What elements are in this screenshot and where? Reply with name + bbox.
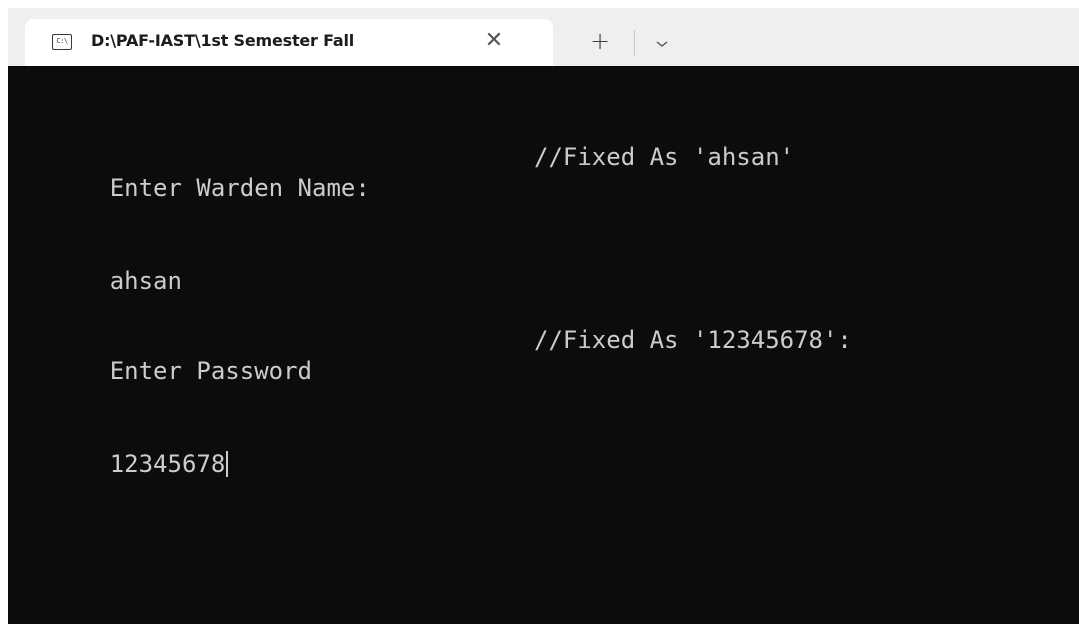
terminal-line: Enter Warden Name: //Fixed As 'ahsan' bbox=[23, 142, 1073, 202]
tab-title: D:\PAF-IAST\1st Semester Fall bbox=[91, 31, 355, 50]
user-input-text: 12345678 bbox=[109, 450, 226, 478]
terminal-window: C:\ D:\PAF-IAST\1st Semester Fall ✕ + En… bbox=[8, 8, 1079, 624]
terminal-line: 12345678 bbox=[23, 418, 1073, 478]
comment-text: //Fixed As 'ahsan' bbox=[534, 143, 795, 171]
prompt-text: Enter Warden Name: bbox=[109, 174, 370, 202]
tab-bar: C:\ D:\PAF-IAST\1st Semester Fall ✕ + bbox=[8, 8, 1079, 66]
terminal-line: Enter Password //Fixed As '12345678': bbox=[23, 325, 1073, 385]
prompt-text: Enter Password bbox=[109, 357, 312, 385]
terminal-line: ahsan bbox=[23, 235, 1073, 295]
close-tab-icon[interactable]: ✕ bbox=[482, 30, 506, 54]
text-cursor bbox=[226, 451, 229, 477]
tab-separator bbox=[634, 30, 635, 56]
terminal-icon: C:\ bbox=[52, 34, 72, 50]
tab-command-prompt[interactable]: C:\ D:\PAF-IAST\1st Semester Fall ✕ bbox=[25, 19, 553, 66]
terminal-output[interactable]: Enter Warden Name: //Fixed As 'ahsan' ah… bbox=[23, 80, 1073, 511]
new-tab-button[interactable]: + bbox=[589, 29, 611, 54]
comment-text: //Fixed As '12345678': bbox=[534, 326, 852, 354]
chevron-down-icon[interactable] bbox=[653, 35, 671, 53]
user-input-text: ahsan bbox=[109, 267, 182, 295]
